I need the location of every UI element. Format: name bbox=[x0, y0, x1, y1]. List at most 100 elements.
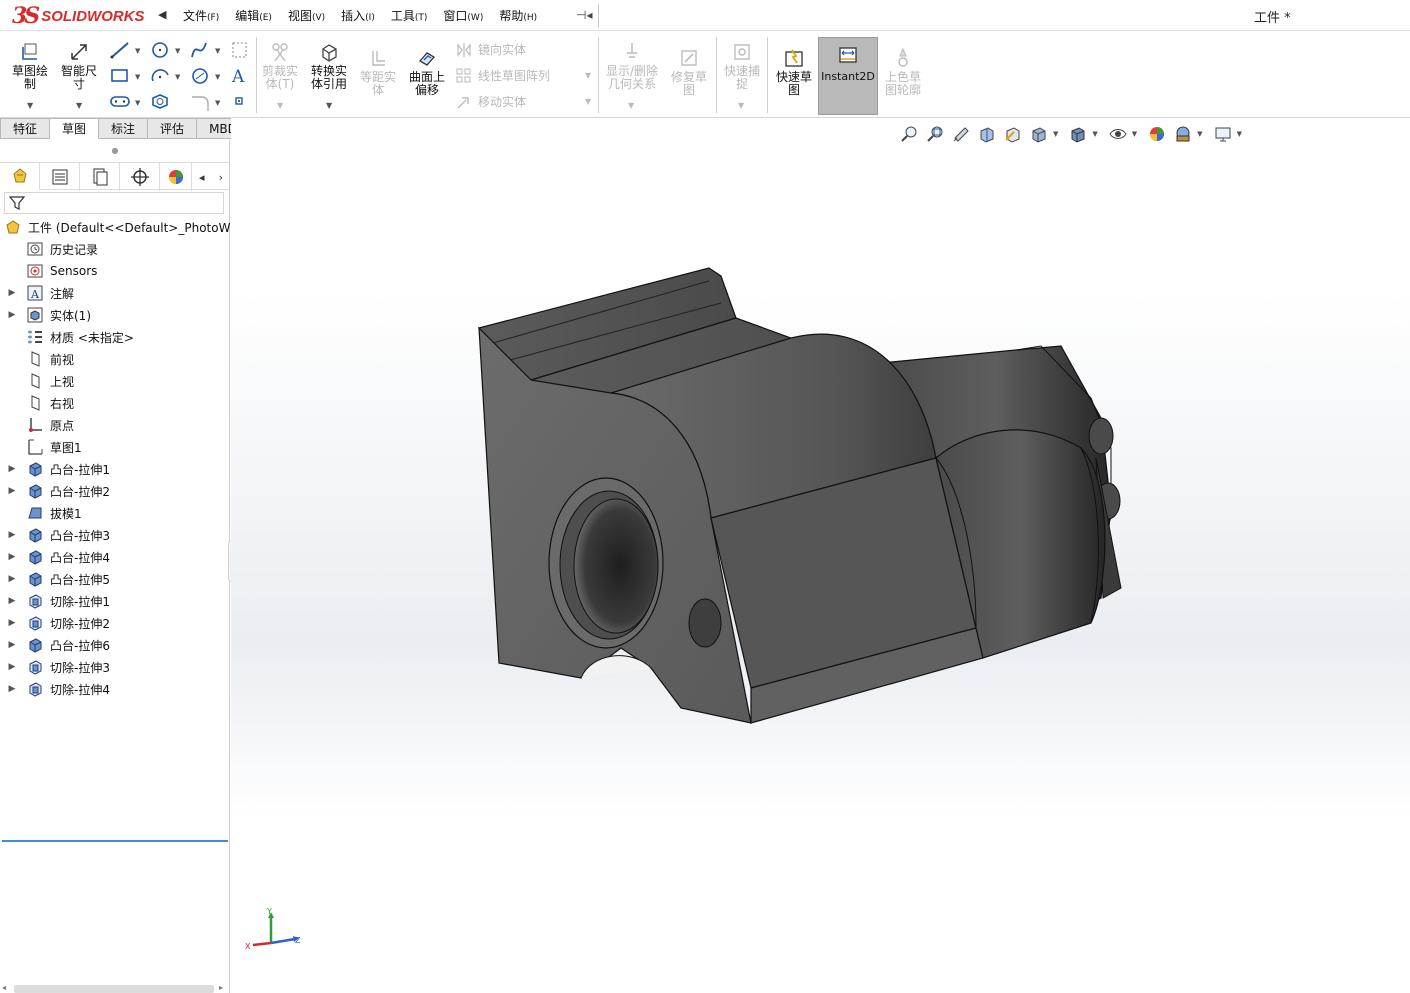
graphics-area[interactable]: ▼ ▼ ▼ ▼ ▼ Y Z X bbox=[231, 118, 1410, 993]
tree-item[interactable]: ▶ 凸台-拉伸5 bbox=[0, 568, 230, 590]
hide-show-dropdown-icon[interactable]: ▼ bbox=[1132, 130, 1137, 138]
tree-item[interactable]: 草图1 bbox=[0, 436, 230, 458]
linear-sketch-pattern-button[interactable]: 线性草图阵列 bbox=[456, 67, 550, 84]
tree-item[interactable]: 上视 bbox=[0, 370, 230, 392]
expand-arrow-icon[interactable]: ▶ bbox=[7, 486, 17, 496]
tab-3[interactable]: 评估 bbox=[148, 118, 198, 139]
tree-item[interactable]: 右视 bbox=[0, 392, 230, 414]
quick-snaps-button[interactable]: 快速捕 捉 bbox=[720, 41, 764, 91]
hscroll-left-icon[interactable]: ◂ bbox=[2, 983, 6, 992]
expand-arrow-icon[interactable]: ▶ bbox=[7, 464, 17, 474]
expand-arrow-icon[interactable]: ▶ bbox=[7, 530, 17, 540]
tree-item[interactable]: 历史记录 bbox=[0, 238, 230, 260]
line-dropdown-icon[interactable]: ▼ bbox=[135, 47, 141, 55]
fillet-dropdown-icon[interactable]: ▼ bbox=[215, 99, 221, 107]
circle-dropdown-icon[interactable]: ▼ bbox=[175, 47, 181, 55]
offset-entities-button[interactable]: 等距实 体 bbox=[356, 47, 400, 97]
view-orientation-icon[interactable] bbox=[1027, 124, 1051, 144]
tree-item[interactable]: 前视 bbox=[0, 348, 230, 370]
dynamic-annotation-views-icon[interactable] bbox=[1001, 124, 1025, 144]
polygon-icon[interactable] bbox=[152, 94, 168, 109]
tree-filter[interactable] bbox=[4, 192, 224, 214]
tree-item[interactable]: ▶ 凸台-拉伸4 bbox=[0, 546, 230, 568]
tree-item[interactable]: ▶ 切除-拉伸4 bbox=[0, 678, 230, 700]
repair-sketch-button[interactable]: 修复草 图 bbox=[666, 47, 712, 97]
menu-3[interactable]: 插入(I) bbox=[341, 7, 375, 24]
rectangle-icon[interactable] bbox=[111, 69, 128, 82]
menu-1[interactable]: 编辑(E) bbox=[235, 7, 272, 24]
pattern-dropdown-icon[interactable]: ▼ bbox=[585, 71, 591, 80]
ellipse-icon[interactable] bbox=[192, 68, 208, 84]
menu-4[interactable]: 工具(T) bbox=[391, 7, 428, 24]
line-icon[interactable] bbox=[110, 42, 129, 59]
smart-dim-dropdown-icon[interactable]: ▼ bbox=[76, 101, 82, 110]
tree-item[interactable]: ▶ 切除-拉伸1 bbox=[0, 590, 230, 612]
convert-entities-button[interactable]: 转换实 体引用 bbox=[306, 41, 352, 91]
display-style-icon[interactable] bbox=[1066, 124, 1090, 144]
tree-item[interactable]: ▶ A 注解 bbox=[0, 282, 230, 304]
display-style-dropdown-icon[interactable]: ▼ bbox=[1092, 130, 1097, 138]
construction-geometry-icon[interactable] bbox=[232, 42, 247, 58]
tree-item[interactable]: ▶ 切除-拉伸2 bbox=[0, 612, 230, 634]
edit-appearance-icon[interactable] bbox=[1145, 124, 1169, 144]
expand-arrow-icon[interactable]: ▶ bbox=[7, 684, 17, 694]
filter-icon[interactable] bbox=[9, 195, 25, 211]
trim-dropdown-icon[interactable]: ▼ bbox=[277, 101, 283, 110]
move-dropdown-icon[interactable]: ▼ bbox=[585, 97, 591, 106]
expand-arrow-icon[interactable]: ▶ bbox=[7, 618, 17, 628]
sketch-button[interactable]: 草图绘 制 bbox=[8, 41, 52, 91]
circle-icon[interactable] bbox=[152, 42, 168, 58]
point-icon[interactable] bbox=[235, 97, 243, 105]
shaded-sketch-contours-button[interactable]: 上色草 图轮廓 bbox=[880, 47, 926, 97]
expand-arrow-icon[interactable]: ▶ bbox=[7, 288, 17, 298]
relations-dropdown-icon[interactable]: ▼ bbox=[628, 101, 634, 110]
tree-item[interactable]: ▶ 切除-拉伸3 bbox=[0, 656, 230, 678]
hide-show-items-icon[interactable] bbox=[1106, 124, 1130, 144]
scroll-right-icon[interactable]: › bbox=[219, 171, 223, 184]
smart-dimension-button[interactable]: 智能尺 寸 bbox=[57, 41, 101, 91]
arc-icon[interactable] bbox=[151, 69, 169, 82]
move-entities-button[interactable]: 移动实体 bbox=[456, 93, 526, 110]
expand-arrow-icon[interactable]: ▶ bbox=[7, 310, 17, 320]
apply-scene-dropdown-icon[interactable]: ▼ bbox=[1197, 130, 1202, 138]
rapid-sketch-button[interactable]: 快速草 图 bbox=[771, 47, 817, 97]
tab-0[interactable]: 特征 bbox=[0, 118, 51, 139]
menu-6[interactable]: 帮助(H) bbox=[499, 7, 537, 24]
panel-grip[interactable]: ● bbox=[0, 140, 230, 162]
slot-icon[interactable] bbox=[110, 96, 130, 107]
rollback-bar[interactable] bbox=[2, 840, 228, 842]
view-orientation-dropdown-icon[interactable]: ▼ bbox=[1053, 130, 1058, 138]
spline-dropdown-icon[interactable]: ▼ bbox=[215, 47, 221, 55]
part-model-3d[interactable] bbox=[231, 118, 1410, 993]
expand-arrow-icon[interactable]: ▶ bbox=[7, 574, 17, 584]
expand-arrow-icon[interactable]: ▶ bbox=[7, 596, 17, 606]
tree-item[interactable]: ▶ 实体(1) bbox=[0, 304, 230, 326]
arc-dropdown-icon[interactable]: ▼ bbox=[175, 73, 181, 81]
rectangle-dropdown-icon[interactable]: ▼ bbox=[135, 73, 141, 81]
spline-icon[interactable] bbox=[191, 42, 207, 58]
pin-menu-icon[interactable]: ⊣◂ bbox=[576, 8, 592, 22]
previous-view-icon[interactable] bbox=[949, 124, 973, 144]
tab-dimxpert-manager[interactable] bbox=[120, 163, 160, 191]
collapse-menu-icon[interactable]: ◀ bbox=[158, 8, 168, 22]
mirror-entities-button[interactable]: 镜向实体 bbox=[456, 41, 526, 58]
slot-dropdown-icon[interactable]: ▼ bbox=[135, 99, 141, 107]
horizontal-scrollbar[interactable] bbox=[14, 985, 214, 993]
view-settings-dropdown-icon[interactable]: ▼ bbox=[1237, 130, 1242, 138]
tree-item[interactable]: ▶ 凸台-拉伸6 bbox=[0, 634, 230, 656]
tab-property-manager[interactable] bbox=[40, 163, 80, 191]
tree-item[interactable]: 原点 bbox=[0, 414, 230, 436]
expand-arrow-icon[interactable]: ▶ bbox=[7, 552, 17, 562]
tab-display-manager[interactable] bbox=[160, 163, 192, 191]
menu-0[interactable]: 文件(F) bbox=[183, 7, 219, 24]
tab-1[interactable]: 草图 bbox=[50, 118, 100, 139]
offset-on-surface-button[interactable]: 曲面上 偏移 bbox=[405, 47, 449, 97]
expand-arrow-icon[interactable]: ▶ bbox=[7, 662, 17, 672]
tree-item[interactable]: ▶ 凸台-拉伸2 bbox=[0, 480, 230, 502]
zoom-to-fit-icon[interactable] bbox=[897, 124, 921, 144]
hscroll-right-icon[interactable]: ▸ bbox=[219, 983, 223, 992]
tree-item[interactable]: 材质 <未指定> bbox=[0, 326, 230, 348]
trim-entities-button[interactable]: 剪裁实 体(T) bbox=[258, 41, 302, 91]
tree-item[interactable]: 拔模1 bbox=[0, 502, 230, 524]
tree-item[interactable]: Sensors bbox=[0, 260, 230, 282]
